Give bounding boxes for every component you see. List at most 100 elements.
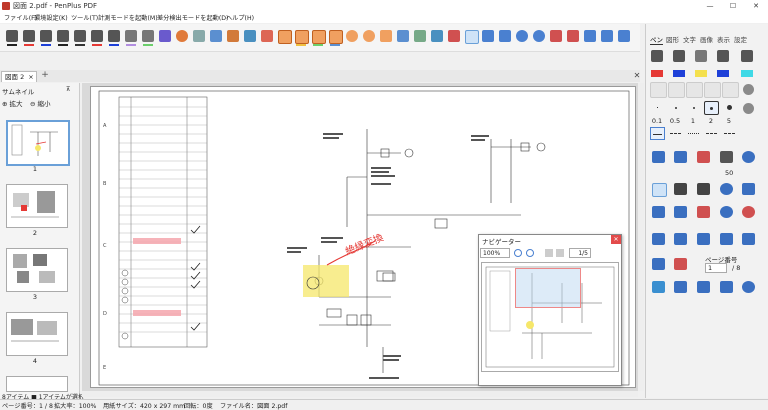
tab-display[interactable]: 表示 xyxy=(717,34,730,44)
tab-text[interactable]: 文字 xyxy=(683,34,696,44)
add-tab-button[interactable]: + xyxy=(40,71,50,81)
rect-orange-icon[interactable] xyxy=(278,30,292,44)
circle-stamp-icon[interactable] xyxy=(176,30,188,42)
pen-black2-icon[interactable] xyxy=(74,30,86,42)
thumbnail-page-5[interactable] xyxy=(6,376,68,392)
width-0.5-icon[interactable] xyxy=(668,101,683,115)
pen-blue2-icon[interactable] xyxy=(108,30,120,42)
paste-page-icon[interactable] xyxy=(674,233,687,245)
navigator-viewport-box[interactable] xyxy=(515,268,581,308)
select-cursor-icon[interactable] xyxy=(465,30,479,44)
ellipse-icon[interactable] xyxy=(346,30,358,42)
navigator-next-icon[interactable] xyxy=(556,249,564,257)
page-nav-icon[interactable] xyxy=(674,258,687,270)
pen-red2-icon[interactable] xyxy=(91,30,103,42)
rect-orange2-icon[interactable] xyxy=(295,30,309,44)
hand-tool-icon[interactable] xyxy=(652,206,665,218)
menu-tools[interactable]: ツール(T) xyxy=(71,13,98,22)
send-back-icon[interactable] xyxy=(697,183,710,195)
stamp-panel-icon[interactable] xyxy=(674,281,687,293)
menu-help[interactable]: ヘルプ(H) xyxy=(226,13,254,22)
line-style-long-dash[interactable] xyxy=(722,127,737,140)
fit-icon[interactable] xyxy=(742,183,755,195)
redo-icon[interactable] xyxy=(567,30,579,42)
pen-blue-icon[interactable] xyxy=(40,30,52,42)
tab-image[interactable]: 画像 xyxy=(700,34,713,44)
navigator-prev-icon[interactable] xyxy=(545,249,553,257)
menu-file[interactable]: ファイル(F) xyxy=(4,13,37,22)
preset-slot-5[interactable] xyxy=(722,82,739,98)
stamp-icon[interactable] xyxy=(159,30,171,42)
thumbnail-page-4[interactable] xyxy=(6,312,68,356)
navigator-zoom-out-icon[interactable] xyxy=(526,249,534,257)
width-gear-icon[interactable] xyxy=(743,103,754,114)
minimize-button[interactable]: — xyxy=(700,0,720,12)
menu-preferences[interactable]: 環境設定(K) xyxy=(34,13,68,22)
zoom-in-panel-icon[interactable] xyxy=(720,183,733,195)
marker-tool-icon[interactable] xyxy=(717,50,729,62)
preset-slot-3[interactable] xyxy=(686,82,703,98)
rect-filled-icon[interactable] xyxy=(312,30,326,44)
note-icon[interactable] xyxy=(210,30,222,42)
navigator-page-field[interactable]: 1/5 xyxy=(569,248,591,258)
image-icon[interactable] xyxy=(244,30,256,42)
page-list-icon[interactable] xyxy=(652,258,665,270)
width-0.1-icon[interactable] xyxy=(650,101,665,115)
line-style-dashdot[interactable] xyxy=(704,127,719,140)
layout-icon[interactable] xyxy=(652,281,665,293)
swatch-cyan[interactable] xyxy=(741,70,753,77)
chat-icon[interactable] xyxy=(697,281,710,293)
highlighter-green-icon[interactable] xyxy=(142,30,154,42)
page-number-input[interactable]: 1 xyxy=(705,263,727,273)
highlighter-tool-icon[interactable] xyxy=(695,50,707,62)
vertical-scrollbar[interactable] xyxy=(638,83,644,391)
fullscreen-icon[interactable] xyxy=(618,30,630,42)
swatch-red[interactable] xyxy=(651,70,663,77)
check-box-icon[interactable] xyxy=(397,30,409,42)
zoom-out-icon[interactable] xyxy=(533,30,545,42)
swatch-dark-blue[interactable] xyxy=(717,70,729,77)
line-style-dash[interactable] xyxy=(668,127,683,140)
menu-diff-mode[interactable]: 差分検出モードを起動(D) xyxy=(157,13,228,22)
tab-pen[interactable]: ペン xyxy=(650,34,663,45)
navigator-zoom-in-icon[interactable] xyxy=(514,249,522,257)
width-5-icon[interactable] xyxy=(722,101,737,115)
advanced-settings-icon[interactable] xyxy=(742,281,755,293)
polygon-icon[interactable] xyxy=(380,30,392,42)
navigator-close-button[interactable]: ✕ xyxy=(611,235,621,244)
ellipse2-icon[interactable] xyxy=(363,30,375,42)
fit-page-icon[interactable] xyxy=(584,30,596,42)
stamp2-icon[interactable] xyxy=(414,30,426,42)
pin-icon[interactable]: ⊼ xyxy=(66,86,70,93)
undo-icon[interactable] xyxy=(550,30,562,42)
pen-red-icon[interactable] xyxy=(23,30,35,42)
width-2-icon[interactable] xyxy=(704,101,719,115)
share-icon[interactable] xyxy=(720,281,733,293)
pen-dark-icon[interactable] xyxy=(57,30,69,42)
tab-document[interactable]: 図面 2 × xyxy=(1,71,37,82)
maximize-button[interactable]: ☐ xyxy=(723,0,743,12)
preset-slot-4[interactable] xyxy=(704,82,721,98)
rect-blue-icon[interactable] xyxy=(329,30,343,44)
line-style-solid[interactable] xyxy=(650,127,665,140)
bookmark-icon[interactable] xyxy=(448,30,460,42)
tab-settings[interactable]: 設定 xyxy=(734,34,747,44)
rotate-icon[interactable] xyxy=(499,30,511,42)
fit-width-icon[interactable] xyxy=(601,30,613,42)
eraser-icon[interactable] xyxy=(720,151,733,163)
swatch-yellow[interactable] xyxy=(695,70,707,77)
thumbnail-page-3[interactable] xyxy=(6,248,68,292)
menu-measure-mode[interactable]: 計測モードを起動(M) xyxy=(98,13,158,22)
navigator-zoom-select[interactable]: 100% xyxy=(480,248,510,258)
tab-close-icon[interactable]: × xyxy=(28,73,33,81)
bookmark-page-icon[interactable] xyxy=(674,151,687,163)
tab-shape[interactable]: 図形 xyxy=(666,34,679,44)
redo-panel-icon[interactable] xyxy=(697,206,710,218)
pen-black-icon[interactable] xyxy=(6,30,18,42)
highlighter-purple-icon[interactable] xyxy=(125,30,137,42)
callout-icon[interactable] xyxy=(227,30,239,42)
copy-icon[interactable] xyxy=(431,30,443,42)
compare-icon[interactable] xyxy=(720,233,733,245)
brush-tool-icon[interactable] xyxy=(741,50,753,62)
thumbnail-zoom-in-button[interactable]: ⊕ 拡大 xyxy=(2,98,23,108)
